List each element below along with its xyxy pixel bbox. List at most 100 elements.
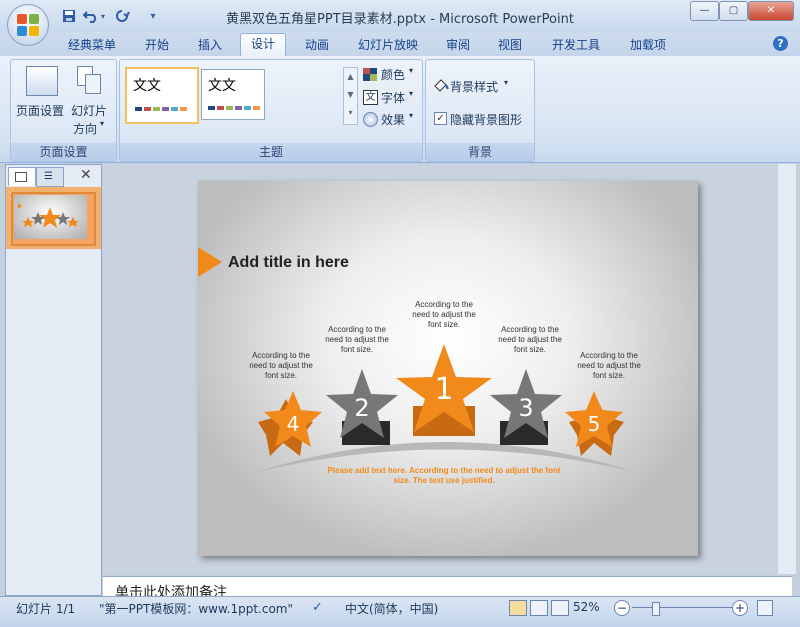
background-group: 背景样式 ▾ ✓ 隐藏背景图形 ↘ 背景 — [425, 59, 535, 162]
vertical-scrollbar[interactable] — [778, 164, 796, 574]
footer-text-line-2[interactable]: size. The text use justified. — [393, 476, 494, 485]
page-setup-button[interactable]: 页面设置 — [16, 102, 64, 119]
spell-check-icon[interactable]: ✓ — [312, 600, 323, 615]
close-pane-icon[interactable]: ✕ — [80, 167, 92, 183]
tab-classic-menu[interactable]: 经典菜单 — [62, 35, 122, 55]
effects-dropdown-icon[interactable]: ▾ — [409, 111, 413, 120]
star-3-number: 3 — [518, 394, 533, 422]
slide-sorter-view-icon[interactable] — [530, 600, 548, 616]
slide-canvas[interactable]: Add title in here 4 5 2 3 1 According to… — [198, 181, 698, 556]
zoom-slider-track[interactable] — [632, 607, 732, 608]
slide-counter: 幻灯片 1/1 — [16, 602, 76, 616]
caption-5-line-3: font size. — [593, 371, 625, 380]
tab-design[interactable]: 设计 — [240, 33, 286, 57]
slide-orientation-label-2[interactable]: 方向 — [73, 120, 97, 137]
title-bar: ▾ ▾ 黄黑双色五角星PPT目录素材.pptx - Microsoft Powe… — [0, 0, 800, 46]
colors-dropdown-icon[interactable]: ▾ — [409, 66, 413, 75]
fit-to-window-icon[interactable] — [757, 600, 773, 616]
slides-tab-icon — [15, 172, 27, 182]
orientation-dropdown-icon[interactable]: ▾ — [100, 119, 104, 128]
tab-add-ins[interactable]: 加载项 — [623, 35, 673, 55]
minimize-button[interactable]: — — [690, 1, 719, 21]
hide-background-checkbox[interactable]: ✓ — [434, 112, 447, 125]
caption-3-line-3: font size. — [514, 345, 546, 354]
background-style-button[interactable]: 背景样式 — [450, 78, 498, 95]
theme-thumb-1-text: 文文 — [133, 78, 161, 94]
background-group-label: 背景 — [426, 143, 534, 161]
slides-pane: ☰ ✕ 1 — [5, 164, 102, 596]
page-setup-group-label: 页面设置 — [11, 143, 116, 161]
close-button[interactable]: ✕ — [748, 1, 794, 21]
notes-pane[interactable]: 单击此处添加备注 — [103, 576, 792, 597]
page-setup-group: 页面设置 幻灯片 方向 ▾ 页面设置 — [10, 59, 117, 162]
star-5-number: 5 — [588, 412, 601, 436]
status-bar: 幻灯片 1/1 "第一PPT模板网：www.1ppt.com" ✓ 中文(简体，… — [0, 596, 800, 627]
tab-developer[interactable]: 开发工具 — [546, 35, 606, 55]
slide-thumbnail[interactable] — [11, 192, 96, 246]
star-2-number: 2 — [354, 394, 369, 422]
ribbon: 页面设置 幻灯片 方向 ▾ 页面设置 文文 文文 ▲ ▼ ▾ 颜色 ▾ 文 字体… — [0, 56, 800, 163]
slide-orientation-icon[interactable] — [77, 66, 101, 94]
effects-icon[interactable] — [363, 112, 378, 127]
slide-graphics: Add title in here 4 5 2 3 1 According to… — [198, 247, 641, 485]
help-icon[interactable]: ? — [773, 36, 788, 51]
tab-animations[interactable]: 动画 — [295, 35, 339, 55]
notes-placeholder: 单击此处添加备注 — [115, 585, 227, 597]
caption-2-line-2: need to adjust the — [325, 335, 389, 344]
zoom-level[interactable]: 52% — [573, 600, 600, 614]
slide-show-view-icon[interactable] — [551, 600, 569, 616]
tab-home[interactable]: 开始 — [135, 35, 179, 55]
tab-review[interactable]: 审阅 — [436, 35, 480, 55]
tab-insert[interactable]: 插入 — [188, 35, 232, 55]
theme-thumb-2[interactable]: 文文 — [201, 69, 265, 120]
slide-title[interactable]: Add title in here — [228, 254, 349, 271]
theme-gallery-scroll[interactable]: ▲ ▼ ▾ — [343, 67, 358, 125]
office-button[interactable] — [7, 4, 49, 46]
slide-orientation-label-1[interactable]: 幻灯片 — [71, 102, 107, 119]
fonts-dropdown-icon[interactable]: ▾ — [409, 89, 413, 98]
gallery-up-icon[interactable]: ▲ — [344, 68, 357, 86]
zoom-out-icon[interactable]: − — [614, 600, 630, 616]
caption-4-line-3: font size. — [265, 371, 297, 380]
zoom-slider-thumb[interactable] — [652, 602, 661, 616]
fonts-icon[interactable]: 文 — [363, 90, 378, 105]
gallery-down-icon[interactable]: ▼ — [344, 86, 357, 104]
colors-icon[interactable] — [363, 68, 377, 81]
theme-thumb-2-text: 文文 — [208, 78, 236, 94]
caption-1-line-1: According to the — [415, 300, 473, 309]
themes-group: 文文 文文 ▲ ▼ ▾ 颜色 ▾ 文 字体 ▾ 效果 ▾ 主题 — [119, 59, 423, 162]
language-indicator[interactable]: 中文(简体，中国) — [345, 600, 438, 617]
gallery-more-icon[interactable]: ▾ — [344, 104, 357, 122]
slide-editing-area: Add title in here 4 5 2 3 1 According to… — [103, 164, 792, 574]
colors-button[interactable]: 颜色 — [381, 66, 405, 83]
ribbon-tab-bar: 经典菜单 开始 插入 设计 动画 幻灯片放映 审阅 视图 开发工具 加载项 ? — [0, 32, 800, 57]
page-setup-icon[interactable] — [26, 66, 58, 96]
theme-thumb-1-swatches — [135, 107, 187, 111]
caption-1-line-3: font size. — [428, 320, 460, 329]
zoom-in-icon[interactable]: + — [732, 600, 748, 616]
background-style-icon[interactable] — [433, 78, 449, 92]
hide-background-label[interactable]: 隐藏背景图形 — [450, 111, 522, 128]
slides-tab[interactable] — [8, 167, 36, 186]
caption-3-line-2: need to adjust the — [498, 335, 562, 344]
fonts-button[interactable]: 字体 — [381, 89, 405, 106]
office-logo-icon — [17, 14, 39, 36]
theme-thumb-1[interactable]: 文文 — [125, 67, 199, 124]
tab-slide-show[interactable]: 幻灯片放映 — [352, 35, 424, 55]
effects-button[interactable]: 效果 — [381, 111, 405, 128]
background-style-dropdown-icon[interactable]: ▾ — [504, 78, 508, 87]
outline-tab[interactable]: ☰ — [36, 167, 64, 187]
title-arrow-icon — [198, 247, 222, 277]
footer-text-line-1[interactable]: Please add text here. According to the n… — [327, 466, 560, 475]
outline-tab-icon: ☰ — [44, 171, 53, 182]
themes-group-label: 主题 — [120, 143, 422, 161]
tab-view[interactable]: 视图 — [488, 35, 532, 55]
caption-4-line-2: need to adjust the — [249, 361, 313, 370]
normal-view-icon[interactable] — [509, 600, 527, 616]
caption-1-line-2: need to adjust the — [412, 310, 476, 319]
window-title: 黄黑双色五角星PPT目录素材.pptx - Microsoft PowerPoi… — [226, 12, 574, 27]
theme-thumb-2-swatches — [208, 106, 260, 110]
maximize-button[interactable]: ▢ — [719, 1, 748, 21]
theme-name: "第一PPT模板网：www.1ppt.com" — [99, 602, 294, 616]
slide-thumbnail-image — [14, 195, 87, 239]
